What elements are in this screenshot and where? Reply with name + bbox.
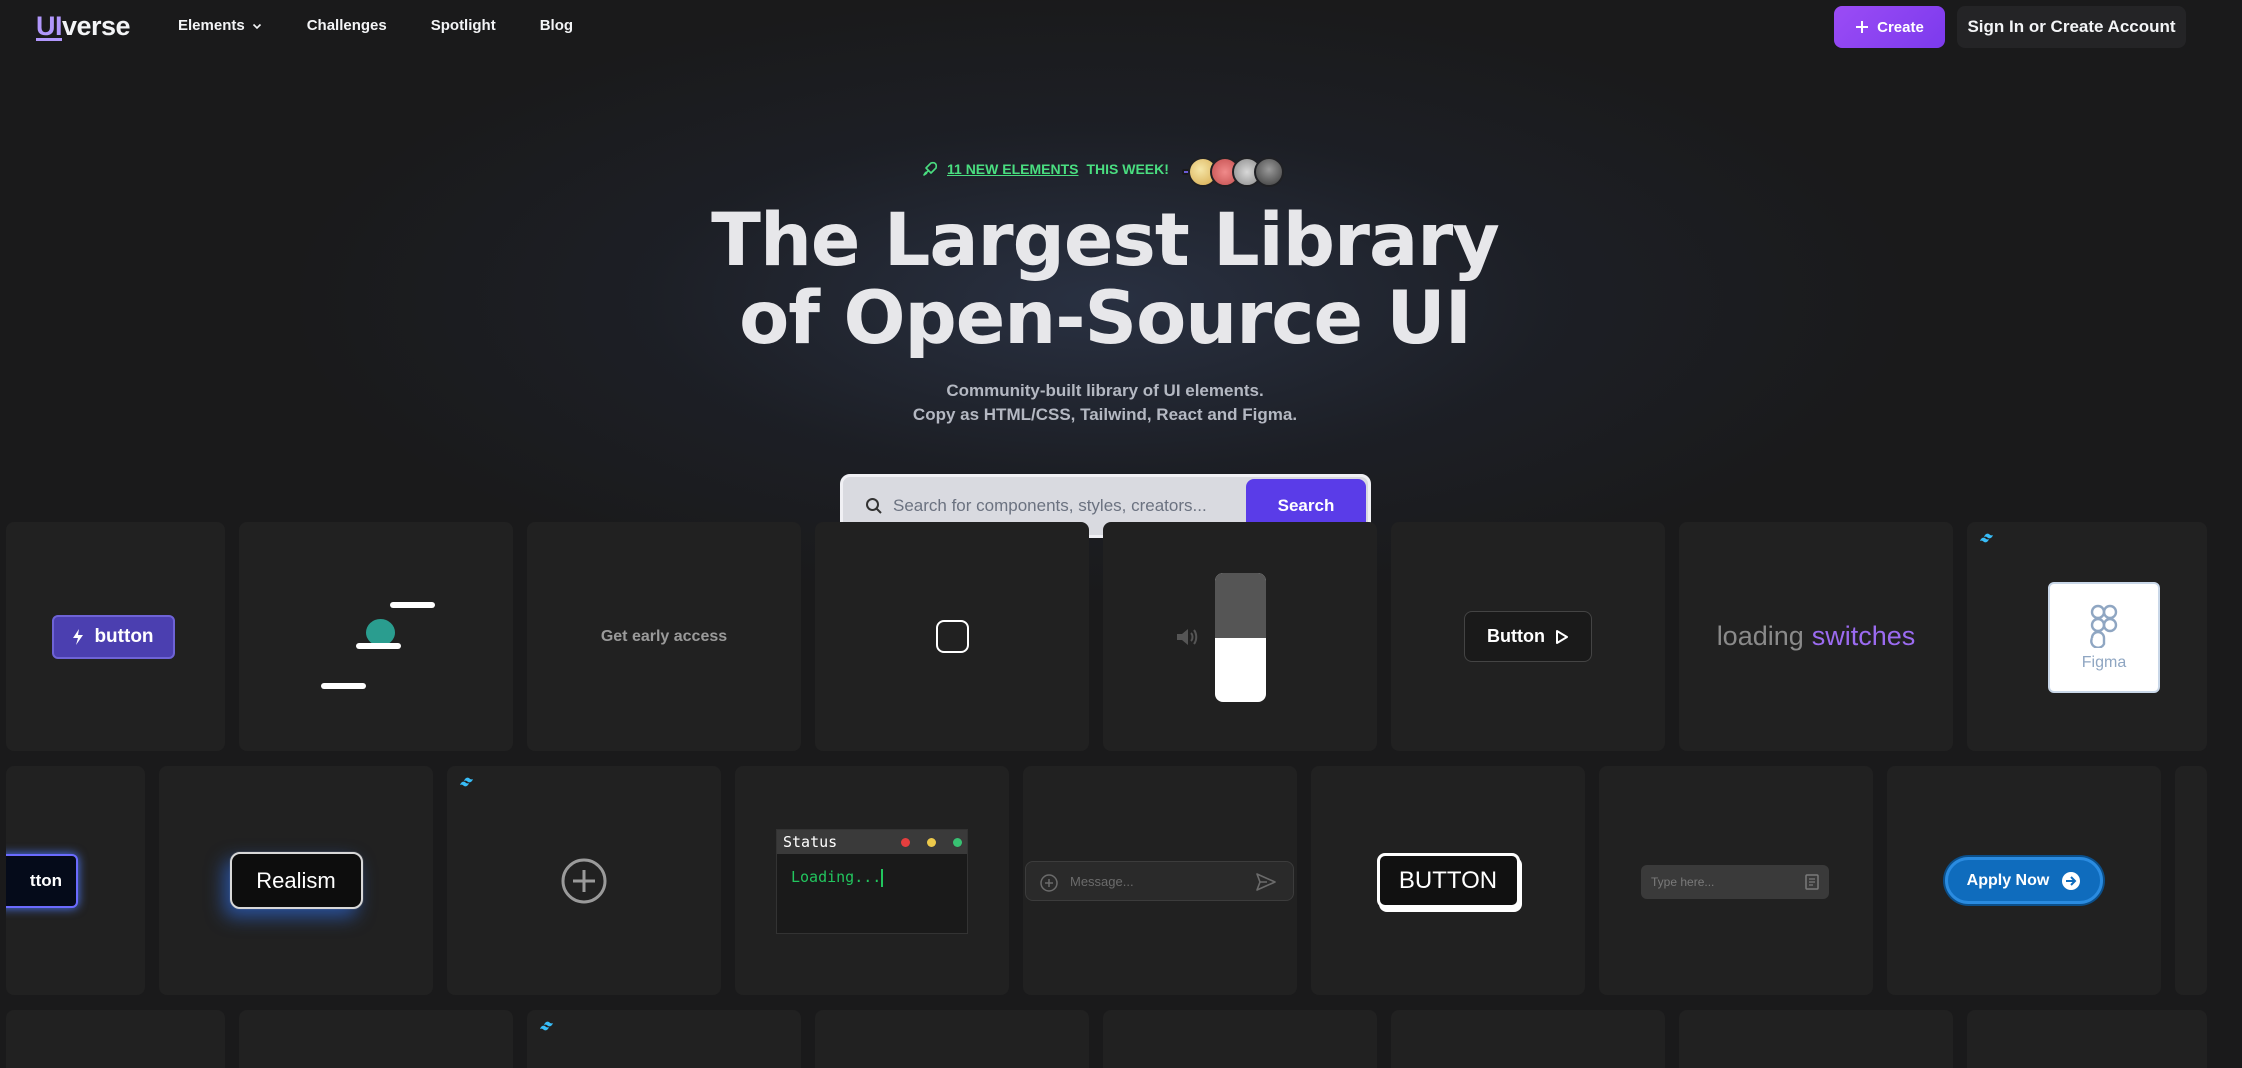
loader-bar: [321, 683, 366, 689]
add-circle-icon[interactable]: [1040, 874, 1058, 892]
terminal-title: Status: [783, 833, 838, 851]
figma-card[interactable]: Figma: [2048, 582, 2160, 693]
rocket-icon: [923, 161, 938, 176]
realism-button[interactable]: Realism: [229, 852, 363, 909]
search-icon: [866, 498, 882, 514]
element-card[interactable]: Message...: [1023, 766, 1297, 995]
document-icon: [1805, 874, 1819, 890]
tailwind-icon: [1980, 533, 1993, 543]
element-card[interactable]: Figma: [1967, 522, 2207, 751]
loader-ball: [366, 619, 395, 646]
play-icon: [1555, 629, 1568, 644]
main-nav: Elements Challenges Spotlight Blog: [178, 17, 573, 34]
checkbox[interactable]: [935, 620, 969, 653]
nav-elements[interactable]: Elements: [178, 17, 263, 34]
message-input[interactable]: Message...: [1025, 861, 1294, 901]
element-card[interactable]: tton: [6, 766, 145, 995]
element-card[interactable]: [1679, 1010, 1953, 1068]
early-access-text[interactable]: Get early access: [601, 628, 727, 646]
play-button[interactable]: Button: [1464, 611, 1592, 662]
add-circle-icon[interactable]: [561, 858, 607, 904]
outline-button[interactable]: BUTTON: [1376, 853, 1520, 908]
hero-subtitle: Community-built library of UI elements. …: [912, 381, 1298, 424]
tailwind-icon: [540, 1021, 553, 1031]
element-card[interactable]: Type here...: [1599, 766, 1873, 995]
loader-bar: [390, 602, 435, 608]
status-terminal: Status Loading...: [776, 829, 968, 934]
element-card[interactable]: [239, 522, 513, 751]
lightning-button[interactable]: button: [51, 614, 175, 659]
plus-icon: [1856, 21, 1869, 33]
apply-now-button[interactable]: Apply Now: [1945, 857, 2103, 904]
avatar: [1254, 157, 1284, 187]
maximize-dot: [953, 838, 962, 847]
element-card[interactable]: loading switches: [1679, 522, 1953, 751]
new-elements-announcement: 11 NEW ELEMENTS THIS WEEK!: [921, 160, 1169, 178]
element-card[interactable]: Status Loading...: [735, 766, 1009, 995]
element-card[interactable]: [1103, 1010, 1377, 1068]
element-card[interactable]: Button: [1391, 522, 1665, 751]
element-card[interactable]: [2175, 766, 2207, 995]
element-card[interactable]: [1103, 522, 1377, 751]
loader-bar: [356, 643, 401, 649]
element-card[interactable]: Realism: [159, 766, 433, 995]
search-input[interactable]: [893, 493, 1213, 519]
element-card[interactable]: [815, 1010, 1089, 1068]
send-icon[interactable]: [1255, 872, 1277, 892]
element-card[interactable]: [815, 522, 1089, 751]
new-elements-link[interactable]: 11 NEW ELEMENTS: [947, 161, 1078, 177]
element-card[interactable]: [239, 1010, 513, 1068]
sign-in-button[interactable]: Sign In or Create Account: [1957, 6, 2186, 48]
type-input[interactable]: Type here...: [1641, 865, 1829, 899]
element-card[interactable]: Apply Now: [1887, 766, 2161, 995]
figma-icon: [2090, 604, 2118, 648]
element-card[interactable]: [1391, 1010, 1665, 1068]
lightning-icon: [73, 628, 84, 645]
element-card[interactable]: BUTTON: [1311, 766, 1585, 995]
close-dot: [901, 838, 910, 847]
contributor-avatars: [1182, 157, 1284, 187]
element-card[interactable]: [6, 1010, 225, 1068]
hero-title: The Largest Library of Open-Source UI: [711, 198, 1500, 361]
nav-blog[interactable]: Blog: [540, 17, 573, 34]
volume-slider[interactable]: [1215, 573, 1266, 702]
element-card[interactable]: [1967, 1010, 2207, 1068]
element-card[interactable]: Get early access: [527, 522, 801, 751]
nav-spotlight[interactable]: Spotlight: [431, 17, 496, 34]
create-button[interactable]: Create: [1834, 6, 1945, 48]
element-card[interactable]: [527, 1010, 801, 1068]
chevron-down-icon: [252, 23, 261, 29]
element-card[interactable]: button: [6, 522, 225, 751]
volume-icon: [1177, 629, 1198, 645]
uiverse-logo[interactable]: UIverse: [36, 11, 131, 42]
top-navigation: UIverse Elements Challenges Spotlight Bl…: [0, 0, 2242, 54]
arrow-right-icon: [2062, 871, 2081, 890]
terminal-text: Loading...: [791, 868, 882, 886]
nav-challenges[interactable]: Challenges: [307, 17, 387, 34]
minimize-dot: [927, 838, 936, 847]
element-card[interactable]: [447, 766, 721, 995]
glow-button[interactable]: tton: [6, 854, 78, 908]
